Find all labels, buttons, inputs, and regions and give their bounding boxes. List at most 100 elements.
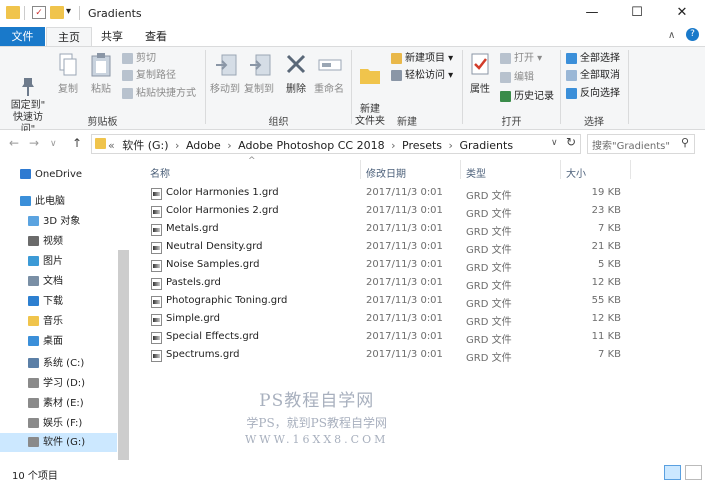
edit-button[interactable]: 编辑 [500, 70, 534, 86]
recent-locations-dropdown[interactable]: ∨ [50, 139, 57, 149]
divider[interactable] [460, 160, 461, 179]
paste-shortcut-button[interactable]: 粘贴快捷方式 [122, 86, 196, 102]
tab-share[interactable]: 共享 [92, 27, 132, 46]
file-name: Color Harmonies 2.grd [166, 205, 279, 216]
copy-to-button[interactable]: 复制到 [242, 52, 276, 95]
breadcrumb-overflow[interactable]: « [108, 139, 115, 152]
sidebar-item[interactable]: 视频 [0, 232, 117, 251]
open-label: 打开 ▾ [514, 53, 543, 64]
minimize-button[interactable]: — [569, 0, 615, 26]
breadcrumb-item[interactable]: Presets [402, 139, 442, 152]
history-button[interactable]: 历史记录 [500, 89, 554, 105]
table-row[interactable]: Pastels.grd 2017/11/3 0:01 GRD 文件 12 KB [145, 275, 630, 293]
sidebar-item[interactable]: OneDrive [0, 165, 117, 184]
breadcrumb-item[interactable]: Adobe [186, 139, 221, 152]
forward-button[interactable]: → [29, 136, 39, 150]
new-item-button[interactable]: 新建项目 ▾ [391, 51, 453, 67]
properties-button[interactable]: 属性 [466, 52, 494, 95]
open-button[interactable]: 打开 ▾ [500, 51, 542, 67]
column-header-type[interactable]: 类型 [466, 165, 486, 180]
help-icon[interactable]: ? [686, 28, 699, 41]
drive-icon [28, 398, 39, 408]
sidebar-item[interactable]: 系统 (C:) [0, 354, 117, 373]
table-row[interactable]: Spectrums.grd 2017/11/3 0:01 GRD 文件 7 KB [145, 347, 630, 365]
tab-file[interactable]: 文件 [0, 27, 45, 46]
sidebar-item[interactable]: 图片 [0, 252, 117, 271]
file-name: Spectrums.grd [166, 349, 240, 360]
table-row[interactable]: Special Effects.grd 2017/11/3 0:01 GRD 文件 1… [145, 329, 630, 347]
table-row[interactable]: Photographic Toning.grd 2017/11/3 0:01 GRD… [145, 293, 630, 311]
sidebar-item[interactable]: 学习 (D:) [0, 374, 117, 393]
quick-access-dropdown-icon[interactable]: ▾ [66, 6, 71, 17]
sidebar-item[interactable]: 软件 (G:) [0, 433, 117, 452]
sidebar-item[interactable]: 音乐 [0, 312, 117, 331]
search-icon[interactable]: ⚲ [681, 136, 689, 149]
maximize-button[interactable]: ☐ [614, 0, 660, 26]
large-icons-view-icon[interactable] [685, 465, 702, 480]
sidebar-item[interactable]: 此电脑 [0, 192, 117, 211]
paste-button[interactable]: 粘贴 [86, 52, 116, 95]
details-view-icon[interactable] [664, 465, 681, 480]
copy-button[interactable]: 复制 [54, 52, 82, 95]
sidebar-item[interactable]: 文档 [0, 272, 117, 291]
refresh-icon[interactable]: ↻ [566, 135, 576, 149]
breadcrumb-item[interactable]: Gradients [459, 139, 513, 152]
table-row[interactable]: Color Harmonies 1.grd 2017/11/3 0:01 GRD 文… [145, 185, 630, 203]
cut-label: 剪切 [136, 53, 156, 64]
item-count: 10 个项目 [12, 471, 58, 482]
address-dropdown[interactable]: ∨ [551, 138, 558, 148]
column-header-size[interactable]: 大小 [566, 165, 586, 180]
rename-button[interactable]: 重命名 [312, 52, 346, 95]
open-icon [500, 52, 511, 64]
copy-path-button[interactable]: 复制路径 [122, 68, 176, 84]
up-button[interactable]: ↑ [72, 136, 82, 150]
new-folder-icon[interactable] [50, 6, 64, 19]
table-row[interactable]: Simple.grd 2017/11/3 0:01 GRD 文件 12 KB [145, 311, 630, 329]
sidebar-item-label: 3D 对象 [43, 216, 81, 227]
tab-home[interactable]: 主页 [46, 27, 92, 46]
invert-selection-button[interactable]: 反向选择 [566, 86, 620, 102]
column-header-name[interactable]: 名称 [150, 165, 170, 180]
delete-x-icon [285, 52, 307, 78]
cut-button[interactable]: 剪切 [122, 51, 156, 67]
table-row[interactable]: Noise Samples.grd 2017/11/3 0:01 GRD 文件 5 K… [145, 257, 630, 275]
new-folder-icon [359, 64, 381, 90]
breadcrumb-separator[interactable]: › [391, 139, 395, 152]
table-row[interactable]: Neutral Density.grd 2017/11/3 0:01 GRD 文件 2… [145, 239, 630, 257]
select-all-button[interactable]: 全部选择 [566, 51, 620, 67]
breadcrumb-separator[interactable]: › [175, 139, 179, 152]
drive-icon [28, 378, 39, 388]
delete-button[interactable]: 删除 [282, 52, 310, 95]
back-button[interactable]: ← [9, 136, 19, 150]
breadcrumb-separator[interactable]: › [449, 139, 453, 152]
divider [628, 50, 629, 124]
divider[interactable] [630, 160, 631, 179]
sidebar-item[interactable]: 桌面 [0, 332, 117, 351]
divider[interactable] [360, 160, 361, 179]
select-none-button[interactable]: 全部取消 [566, 68, 620, 84]
close-button[interactable]: ✕ [659, 0, 705, 26]
sidebar-item-label: 视频 [43, 236, 63, 247]
checkmark-icon[interactable]: ✓ [32, 6, 46, 19]
tab-view[interactable]: 查看 [136, 27, 176, 46]
easy-access-button[interactable]: 轻松访问 ▾ [391, 68, 453, 84]
copy-path-label: 复制路径 [136, 70, 176, 81]
move-to-label: 移动到 [210, 84, 240, 95]
sidebar-item[interactable]: 娱乐 (F:) [0, 414, 117, 433]
computer-icon [20, 196, 31, 206]
file-size: 7 KB [598, 223, 621, 234]
table-row[interactable]: Color Harmonies 2.grd 2017/11/3 0:01 GRD 文… [145, 203, 630, 221]
move-to-button[interactable]: 移动到 [208, 52, 242, 95]
breadcrumb-item[interactable]: 软件 (G:) [122, 139, 168, 152]
column-header-modified[interactable]: 修改日期 [366, 165, 406, 180]
sidebar-item[interactable]: 3D 对象 [0, 212, 117, 231]
sidebar-scrollbar[interactable] [118, 250, 129, 460]
divider[interactable] [560, 160, 561, 179]
sidebar-item[interactable]: 下载 [0, 292, 117, 311]
table-row[interactable]: Metals.grd 2017/11/3 0:01 GRD 文件 7 KB [145, 221, 630, 239]
select-none-label: 全部取消 [580, 70, 620, 81]
breadcrumb-separator[interactable]: › [227, 139, 231, 152]
collapse-ribbon-icon[interactable]: ∧ [668, 30, 675, 41]
breadcrumb-item[interactable]: Adobe Photoshop CC 2018 [238, 139, 384, 152]
sidebar-item[interactable]: 素材 (E:) [0, 394, 117, 413]
